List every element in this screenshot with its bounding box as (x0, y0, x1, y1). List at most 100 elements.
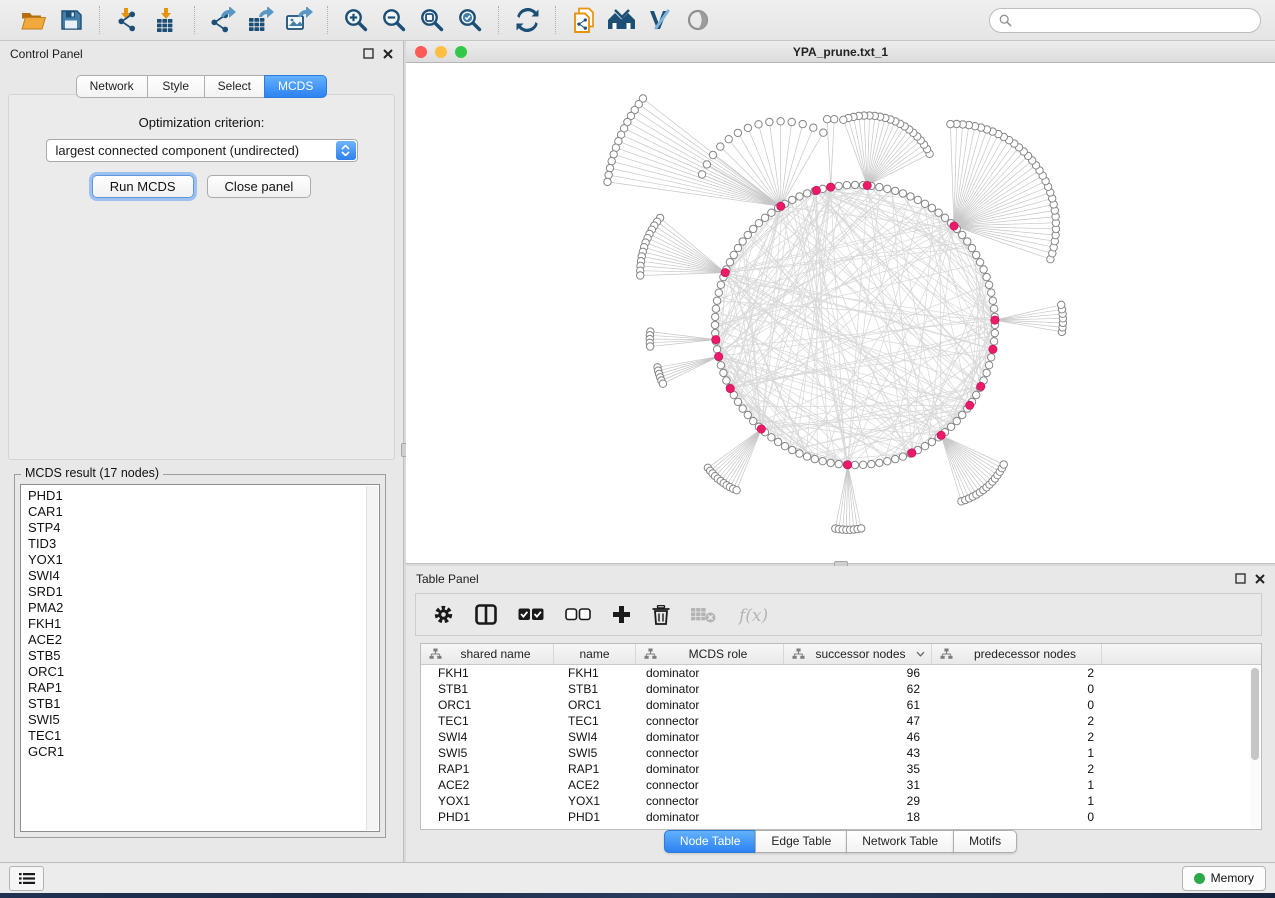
table-row[interactable]: RAP1RAP1dominator352 (421, 761, 1250, 777)
network-canvas[interactable] (406, 63, 1275, 563)
result-item[interactable]: ORC1 (28, 664, 379, 680)
import-network-button[interactable] (109, 4, 147, 36)
close-panel-button[interactable]: Close panel (207, 175, 312, 198)
result-item[interactable]: STB1 (28, 696, 379, 712)
mcds-result-group: MCDS result (17 nodes) PHD1CAR1STP4TID3Y… (14, 474, 386, 838)
unselect-all-columns-icon (565, 608, 591, 622)
float-panel-icon[interactable] (1235, 573, 1246, 584)
result-item[interactable]: STB5 (28, 648, 379, 664)
export-table-button[interactable] (242, 4, 280, 36)
result-item[interactable]: FKH1 (28, 616, 379, 632)
tab-edge-table[interactable]: Edge Table (755, 830, 847, 853)
mcds-result-items: PHD1CAR1STP4TID3YOX1SWI4SRD1PMA2FKH1ACE2… (21, 485, 379, 760)
result-item[interactable]: YOX1 (28, 552, 379, 568)
show-columns-button[interactable] (475, 604, 497, 625)
vizmapper-button[interactable] (641, 4, 679, 36)
export-network-button[interactable] (204, 4, 242, 36)
dropdown-stepper-icon[interactable] (336, 141, 356, 160)
table-row[interactable]: SWI4SWI4dominator462 (421, 729, 1250, 745)
close-window-icon[interactable] (415, 46, 427, 58)
open-session-icon (20, 8, 47, 32)
export-image-button[interactable] (280, 4, 318, 36)
zoom-out-icon (381, 7, 407, 33)
search-box[interactable] (989, 8, 1261, 33)
share-session-button[interactable] (565, 4, 603, 36)
select-all-columns-button[interactable] (518, 608, 544, 622)
tab-motifs[interactable]: Motifs (953, 830, 1017, 853)
table-row[interactable]: STB1STB1dominator620 (421, 681, 1250, 697)
toggle-visibility-button[interactable] (679, 4, 717, 36)
criterion-dropdown[interactable]: largest connected component (undirected) (46, 139, 358, 162)
create-column-button[interactable] (612, 605, 631, 624)
result-item[interactable]: CAR1 (28, 504, 379, 520)
result-item[interactable]: GCR1 (28, 744, 379, 760)
maximize-window-icon[interactable] (455, 46, 467, 58)
table-row[interactable]: ORC1ORC1dominator610 (421, 697, 1250, 713)
result-item[interactable]: PMA2 (28, 600, 379, 616)
toggle-visibility-icon (685, 8, 711, 32)
cell-name: ACE2 (554, 778, 636, 792)
table-options-gear-button[interactable] (433, 604, 454, 625)
result-item[interactable]: RAP1 (28, 680, 379, 696)
unselect-all-columns-button[interactable] (565, 608, 591, 622)
cell-mcds-role: dominator (636, 730, 784, 744)
zoom-in-button[interactable] (337, 4, 375, 36)
open-session-button[interactable] (14, 4, 52, 36)
table-scrollbar-thumb[interactable] (1251, 668, 1259, 760)
namespace-tree-icon (429, 648, 442, 660)
table-row[interactable]: ACE2ACE2connector311 (421, 777, 1250, 793)
main-toolbar (0, 0, 1275, 41)
result-list-scrollbar[interactable] (366, 486, 378, 830)
close-panel-icon[interactable] (383, 49, 393, 59)
tab-node-table[interactable]: Node Table (664, 830, 757, 853)
search-icon (999, 14, 1012, 27)
table-row[interactable]: SWI5SWI5connector431 (421, 745, 1250, 761)
tab-mcds[interactable]: MCDS (264, 75, 327, 98)
float-panel-icon[interactable] (363, 48, 374, 59)
result-item[interactable]: TID3 (28, 536, 379, 552)
cell-mcds-role: dominator (636, 762, 784, 776)
tab-network[interactable]: Network (76, 75, 148, 98)
cell-mcds-role: connector (636, 778, 784, 792)
network-graph[interactable] (406, 63, 1275, 563)
tab-style[interactable]: Style (147, 75, 205, 98)
column-header-predecessor-nodes[interactable]: predecessor nodes (932, 644, 1102, 664)
close-panel-icon[interactable] (1255, 574, 1265, 584)
result-item[interactable]: PHD1 (28, 488, 379, 504)
result-item[interactable]: SWI5 (28, 712, 379, 728)
result-item[interactable]: STP4 (28, 520, 379, 536)
control-panel-header: Control Panel (0, 41, 403, 66)
column-header-MCDS-role[interactable]: MCDS role (636, 644, 784, 664)
zoom-fit-button[interactable] (413, 4, 451, 36)
table-row[interactable]: PHD1PHD1dominator180 (421, 809, 1250, 825)
save-session-button[interactable] (52, 4, 90, 36)
run-mcds-button[interactable]: Run MCDS (92, 175, 194, 198)
result-item[interactable]: SWI4 (28, 568, 379, 584)
result-item[interactable]: SRD1 (28, 584, 379, 600)
table-row[interactable]: FKH1FKH1dominator962 (421, 665, 1250, 681)
table-scrollbar[interactable] (1250, 666, 1260, 828)
minimize-window-icon[interactable] (435, 46, 447, 58)
result-item[interactable]: TEC1 (28, 728, 379, 744)
tab-network-table[interactable]: Network Table (846, 830, 954, 853)
network-browser-button[interactable] (603, 4, 641, 36)
select-all-columns-icon (518, 608, 544, 622)
search-input[interactable] (1012, 13, 1251, 27)
mcds-result-list[interactable]: PHD1CAR1STP4TID3YOX1SWI4SRD1PMA2FKH1ACE2… (20, 484, 380, 832)
refresh-button[interactable] (508, 4, 546, 36)
column-header-name[interactable]: name (554, 644, 636, 664)
show-columns-icon (475, 604, 497, 625)
result-item[interactable]: ACE2 (28, 632, 379, 648)
table-row[interactable]: TEC1TEC1connector472 (421, 713, 1250, 729)
zoom-out-button[interactable] (375, 4, 413, 36)
column-header-successor-nodes[interactable]: successor nodes (784, 644, 932, 664)
memory-button[interactable]: Memory (1182, 866, 1266, 891)
table-row[interactable]: YOX1YOX1connector291 (421, 793, 1250, 809)
delete-column-button[interactable] (652, 605, 670, 625)
column-header-shared-name[interactable]: shared name (421, 644, 554, 664)
network-view-titlebar[interactable]: YPA_prune.txt_1 (406, 41, 1275, 63)
task-history-button[interactable] (9, 866, 44, 891)
tab-select[interactable]: Select (204, 75, 265, 98)
import-table-button[interactable] (147, 4, 185, 36)
zoom-selected-button[interactable] (451, 4, 489, 36)
